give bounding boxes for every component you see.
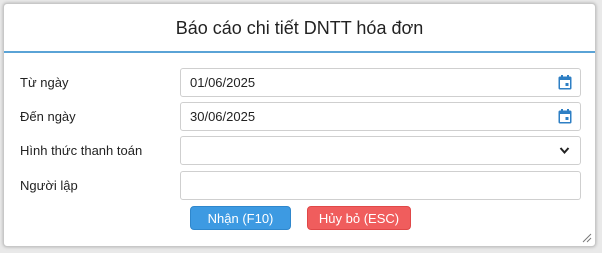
from-date-field[interactable] [180,68,581,97]
payment-method-select[interactable] [180,136,581,165]
creator-row: Người lập [4,171,595,201]
cancel-button[interactable]: Hủy bỏ (ESC) [307,206,411,230]
from-date-label: Từ ngày [20,75,69,90]
to-date-field[interactable] [180,102,581,131]
from-date-row: Từ ngày [4,68,595,98]
report-dialog: Báo cáo chi tiết DNTT hóa đơn Từ ngày Đế… [3,3,596,247]
payment-method-row: Hình thức thanh toán [4,136,595,166]
to-date-input[interactable] [190,103,530,130]
to-date-label: Đến ngày [20,109,76,124]
creator-label: Người lập [20,178,78,193]
resize-grip-icon[interactable] [580,231,592,243]
dialog-title: Báo cáo chi tiết DNTT hóa đơn [4,4,595,53]
payment-method-label: Hình thức thanh toán [20,143,143,158]
from-date-input[interactable] [190,69,530,96]
submit-button[interactable]: Nhận (F10) [190,206,291,230]
calendar-icon[interactable] [558,75,572,90]
creator-field[interactable] [180,171,581,200]
to-date-row: Đến ngày [4,102,595,132]
chevron-down-icon[interactable] [559,146,570,155]
calendar-icon[interactable] [558,109,572,124]
creator-input[interactable] [190,172,530,199]
